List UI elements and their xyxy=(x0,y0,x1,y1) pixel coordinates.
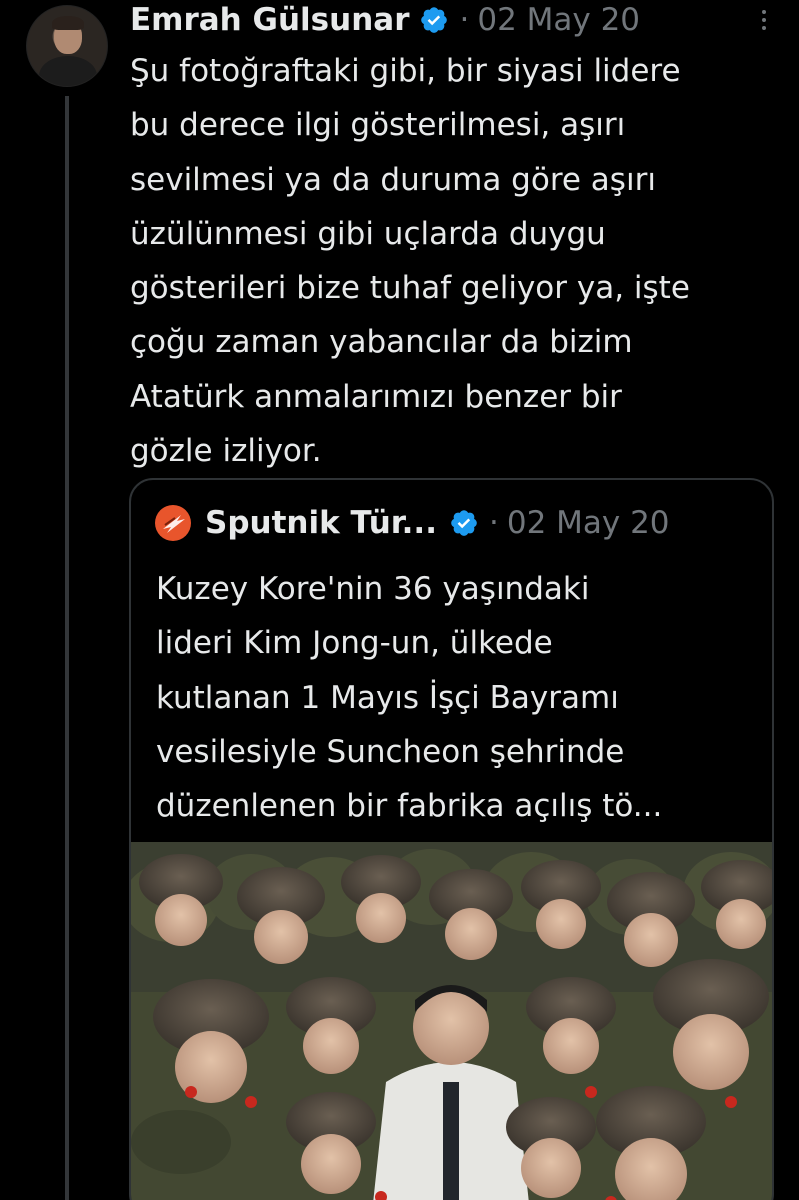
verified-badge-icon xyxy=(451,510,477,536)
quoted-text-line: düzenlenen bir fabrika açılış tö... xyxy=(156,788,663,825)
author-name[interactable]: Emrah Gülsunar xyxy=(130,2,409,38)
separator-dot: · xyxy=(459,2,470,38)
crowd-photo-illustration xyxy=(131,842,772,1200)
tweet-header: Emrah Gülsunar · 02 May 20 xyxy=(130,0,770,40)
tweet-text: Şu fotoğraftaki gibi, bir siyasi lidere … xyxy=(130,44,780,478)
tweet-text-line: Şu fotoğraftaki gibi, bir siyasi lidere xyxy=(130,53,681,89)
thread-line xyxy=(65,96,69,1200)
quoted-tweet-photo[interactable] xyxy=(131,842,772,1200)
quoted-text-line: Kuzey Kore'nin 36 yaşındaki xyxy=(156,571,590,607)
quoted-tweet-header: Sputnik Tür... · 02 May 20 xyxy=(155,502,670,544)
separator-dot: · xyxy=(488,505,499,541)
quoted-tweet-date[interactable]: 02 May 20 xyxy=(507,505,670,541)
verified-badge-icon xyxy=(421,7,448,33)
more-options-icon[interactable] xyxy=(754,4,774,36)
quoted-tweet-text: Kuzey Kore'nin 36 yaşındaki lideri Kim J… xyxy=(156,562,756,833)
author-avatar[interactable] xyxy=(26,5,108,87)
sputnik-logo-icon xyxy=(155,505,191,541)
tweet-text-line: üzülünmesi gibi uçlarda duygu xyxy=(130,215,606,252)
tweet-text-line: bu derece ilgi gösterilmesi, aşırı xyxy=(130,107,626,144)
tweet-text-line: çoğu zaman yabancılar da bizim xyxy=(130,324,633,361)
quoted-text-line: lideri Kim Jong-un, ülkede xyxy=(156,625,553,662)
tweet-text-line: gösterileri bize tuhaf geliyor ya, işte xyxy=(130,270,690,307)
tweet-date[interactable]: 02 May 20 xyxy=(477,2,640,38)
quoted-text-line: vesilesiyle Suncheon şehrinde xyxy=(156,733,625,770)
quoted-tweet-card[interactable]: Sputnik Tür... · 02 May 20 Kuzey Kore'ni… xyxy=(129,478,774,1200)
quoted-text-line: kutlanan 1 Mayıs İşçi Bayramı xyxy=(156,679,619,716)
tweet-text-line: gözle izliyor. xyxy=(130,433,322,470)
quoted-author-name[interactable]: Sputnik Tür... xyxy=(205,505,437,541)
tweet-text-line: Atatürk anmalarımızı benzer bir xyxy=(130,378,622,415)
tweet-text-line: sevilmesi ya da duruma göre aşırı xyxy=(130,161,656,198)
